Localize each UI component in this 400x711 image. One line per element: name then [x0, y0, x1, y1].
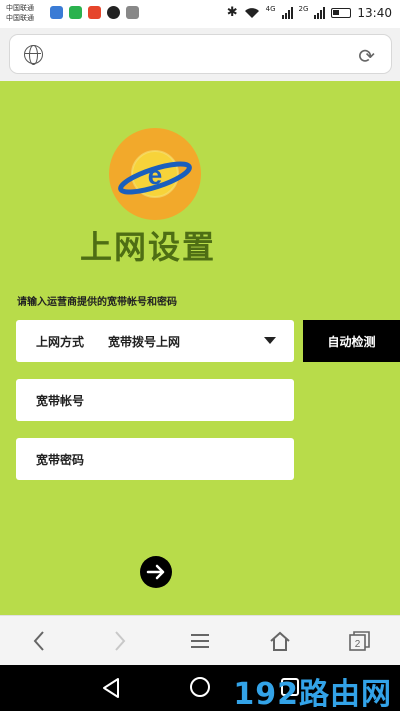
signal-icon-2	[314, 6, 326, 19]
image-notification-icon	[126, 6, 139, 19]
tabs-icon[interactable]: 2	[348, 630, 372, 652]
watermark: 192路由网	[233, 677, 392, 711]
network-type-2: 2G	[298, 4, 309, 13]
system-nav-bar: 192路由网	[0, 665, 400, 711]
ie-logo-icon: e	[109, 128, 201, 220]
svg-text:e: e	[148, 160, 162, 190]
browser-address-bar: ⟳	[0, 28, 400, 81]
password-field[interactable]: 宽带密码	[16, 438, 294, 480]
message-notification-icon	[50, 6, 63, 19]
connection-type-select[interactable]: 上网方式 宽带拨号上网	[16, 320, 294, 362]
carrier-line-1: 中国联通	[6, 4, 34, 12]
browser-toolbar: 2	[0, 615, 400, 665]
qq-icon	[107, 6, 120, 19]
wechat-icon	[69, 6, 82, 19]
account-placeholder: 宽带帐号	[36, 394, 85, 408]
menu-icon[interactable]	[189, 630, 211, 652]
globe-icon	[24, 45, 43, 65]
tab-count: 2	[355, 639, 361, 650]
clock: 13:40	[357, 5, 392, 20]
signal-icon-1	[281, 6, 293, 19]
status-bar: 中国联通 中国联通 ✱ 4G 2G 13:40	[0, 0, 400, 28]
reload-icon[interactable]: ⟳	[358, 44, 375, 68]
bluetooth-icon: ✱	[226, 5, 238, 20]
router-setup-page: e 上网设置 请输入运营商提供的宽带帐号和密码 上网方式 宽带拨号上网 自动检测…	[0, 81, 400, 615]
arrow-right-icon	[146, 564, 165, 580]
carrier-line-2: 中国联通	[6, 14, 34, 22]
auto-detect-button[interactable]: 自动检测	[303, 320, 400, 362]
network-type-1: 4G	[265, 4, 276, 13]
home-icon[interactable]	[268, 630, 292, 652]
connection-type-label: 上网方式	[36, 335, 85, 349]
password-placeholder: 宽带密码	[36, 453, 85, 467]
page-title: 上网设置	[80, 228, 217, 266]
instruction-text: 请输入运营商提供的宽带帐号和密码	[17, 297, 177, 308]
system-home-icon[interactable]	[189, 676, 211, 698]
connection-type-value: 宽带拨号上网	[108, 335, 181, 349]
status-indicators: ✱ 4G 2G 13:40	[226, 4, 392, 21]
wifi-icon	[244, 7, 259, 18]
account-field[interactable]: 宽带帐号	[16, 379, 294, 421]
back-icon[interactable]	[32, 630, 46, 652]
battery-icon	[331, 7, 352, 18]
system-back-icon[interactable]	[100, 676, 122, 700]
weibo-icon	[88, 6, 101, 19]
carrier-info: 中国联通 中国联通	[6, 3, 34, 23]
url-input[interactable]: ⟳	[9, 34, 392, 74]
chevron-down-icon	[264, 337, 276, 344]
next-button[interactable]	[140, 556, 172, 588]
forward-icon[interactable]	[113, 630, 127, 652]
notification-icons	[50, 6, 139, 19]
